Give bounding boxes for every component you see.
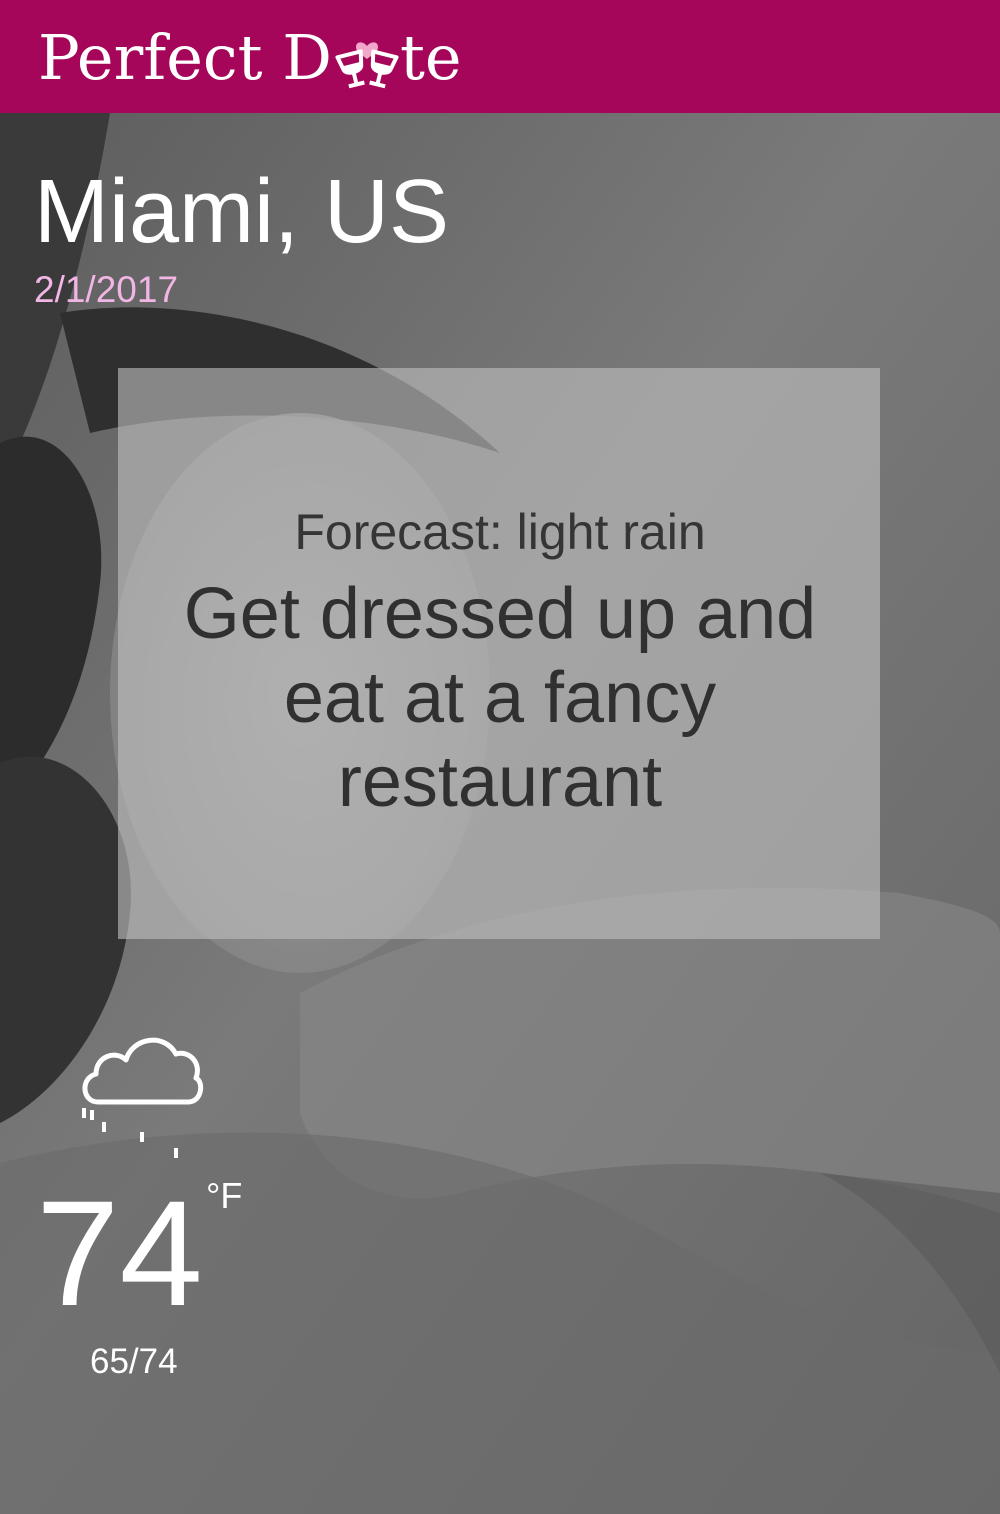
forecast-date: 2/1/2017 [34, 269, 179, 310]
rain-cloud-icon [82, 1037, 204, 1158]
logo-text-suffix: te [399, 20, 462, 94]
date-suggestion: Get dressed up and eat at a fancy restau… [183, 574, 817, 822]
wine-glasses-icon [335, 42, 399, 89]
forecast-label: Forecast: light rain [294, 504, 706, 560]
temperature-range: 65/74 [90, 1342, 178, 1381]
location-city: Miami, US [34, 162, 450, 262]
current-temperature: 74 [36, 1169, 203, 1337]
app-logo: Perfect D te [38, 14, 462, 100]
temperature-unit: °F [206, 1175, 243, 1216]
app-header: Perfect D te [0, 0, 1000, 113]
logo-text-prefix: Perfect D [38, 20, 332, 94]
